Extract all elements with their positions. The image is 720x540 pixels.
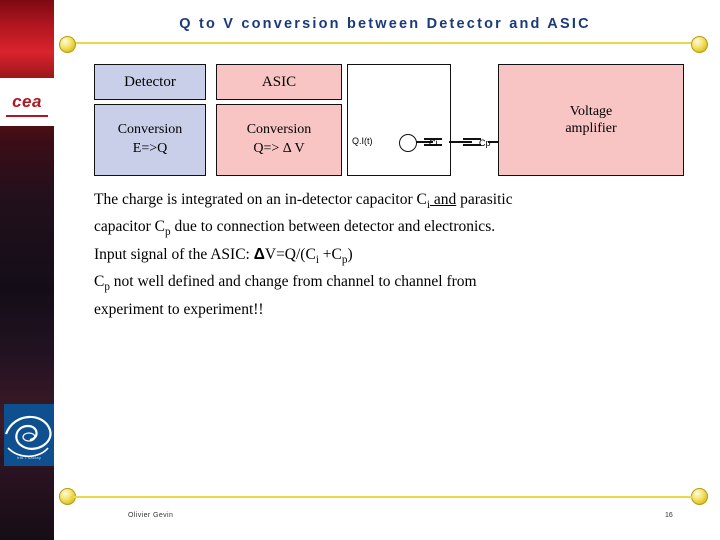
decorative-dot-top-right: [691, 36, 708, 53]
voltage-amp-line1: Voltage: [569, 103, 613, 119]
p1-part-c: parasitic: [456, 191, 513, 208]
body-text-block: The charge is integrated on an in-detect…: [94, 188, 674, 323]
diagram-box-asic-body: Conversion Q=> Δ V: [216, 104, 342, 176]
current-source-label: Q.I(t): [352, 136, 373, 146]
p1-part-a: The charge is integrated on an in-detect…: [94, 191, 427, 208]
current-source-icon: [399, 134, 417, 152]
diagram-box-asic-header: ASIC: [216, 64, 342, 100]
diagram-box-voltage-amplifier: Voltage amplifier: [498, 64, 684, 176]
body-paragraph-1: The charge is integrated on an in-detect…: [94, 188, 674, 214]
capacitor-cp-label: Cp: [479, 138, 491, 148]
capacitor-ci-label: Ci: [429, 138, 438, 148]
p2-part-a: capacitor C: [94, 218, 166, 236]
p4-part-a: C: [94, 273, 105, 291]
left-band-edge: [54, 0, 55, 540]
cea-logo-text: cea: [12, 92, 42, 111]
body-paragraph-4: Cp not well defined and change from chan…: [94, 270, 674, 296]
asic-body-line1: Conversion: [246, 122, 312, 138]
diagram-box-detector-body: Conversion E=>Q: [94, 104, 206, 176]
footer-author: Olivier Gevin: [128, 512, 174, 519]
diagram-circuit-box: [347, 64, 451, 176]
p3-delta-symbol: Δ: [253, 245, 265, 263]
body-paragraph-3: Input signal of the ASIC: ΔV=Q/(Ci +Cp): [94, 243, 674, 269]
p3-part-c: +C: [318, 245, 342, 263]
page-title: Q to V conversion between Detector and A…: [179, 16, 591, 32]
p2-part-b: due to connection between detector and e…: [170, 218, 496, 236]
body-paragraph-2: capacitor Cp due to connection between d…: [94, 215, 674, 241]
p3-part-d: ): [347, 245, 353, 263]
p3-part-a: Input signal of the ASIC:: [94, 245, 254, 263]
detector-body-line2: E=>Q: [132, 141, 168, 156]
diagram-box-detector-header: Detector: [94, 64, 206, 100]
p3-part-b: V=Q/(C: [264, 245, 316, 263]
irfu-caption: irfu • saclay: [16, 455, 42, 460]
decorative-dot-top-left: [59, 36, 76, 53]
body-paragraph-5: experiment to experiment!!: [94, 300, 264, 318]
detector-body-line1: Conversion: [117, 122, 183, 138]
asic-body-line2: Q=> Δ V: [253, 141, 305, 156]
cea-logo: cea: [0, 78, 54, 126]
footer-page-number: 16: [665, 512, 673, 519]
p1-part-b: and: [429, 191, 457, 208]
cea-logo-bar: [6, 115, 48, 117]
voltage-amp-line2: amplifier: [565, 121, 617, 136]
title-divider: [62, 42, 702, 44]
p4-part-b: not well defined and change from channel…: [109, 273, 477, 291]
footer-divider: [70, 496, 692, 498]
decorative-dot-bottom-right: [691, 488, 708, 505]
